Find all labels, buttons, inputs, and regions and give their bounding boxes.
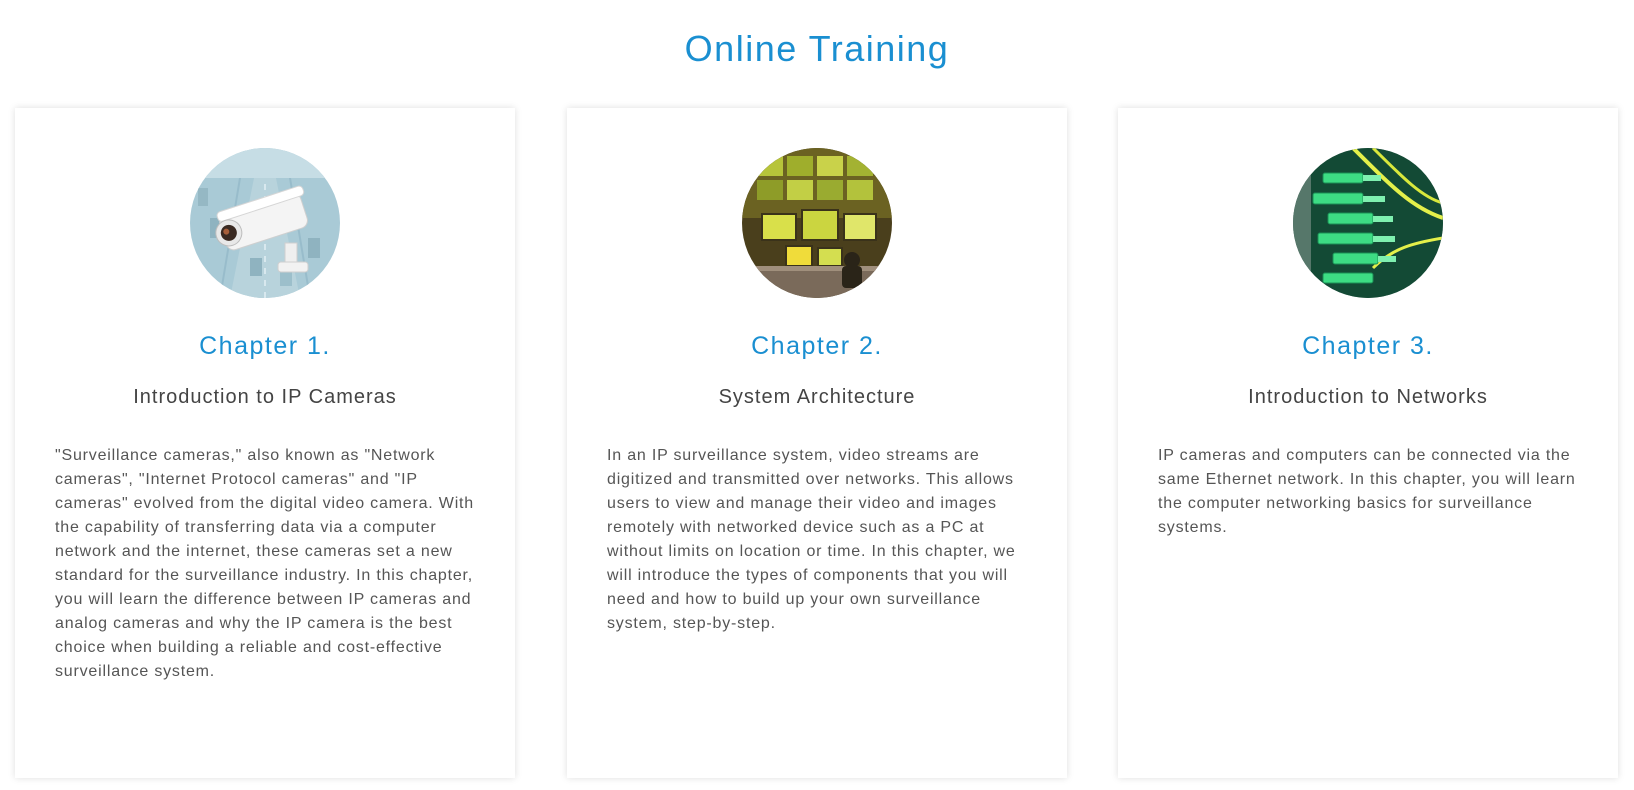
ip-camera-photo[interactable] [190,148,340,298]
chapter-card-3[interactable]: Chapter 3. Introduction to Networks IP c… [1118,108,1618,778]
chapter-description: IP cameras and computers can be connecte… [1158,447,1576,536]
chapter-number: Chapter 2. [751,332,883,360]
chapter-number: Chapter 3. [1302,332,1434,360]
chapter-number: Chapter 1. [199,332,331,360]
chapter-title[interactable]: System Architecture [567,386,1067,409]
chapter-description: "Surveillance cameras," also known as "N… [55,447,474,680]
chapter-card-1[interactable]: Chapter 1. Introduction to IP Cameras "S… [15,108,515,778]
chapter-description: In an IP surveillance system, video stre… [607,447,1016,632]
control-room-photo[interactable] [742,148,892,298]
chapter-title[interactable]: Introduction to IP Cameras [15,386,515,409]
network-cables-photo[interactable] [1293,148,1443,298]
page-title: Online Training [684,28,950,69]
chapter-card-2[interactable]: Chapter 2. System Architecture In an IP … [567,108,1067,778]
chapter-title[interactable]: Introduction to Networks [1118,386,1618,409]
